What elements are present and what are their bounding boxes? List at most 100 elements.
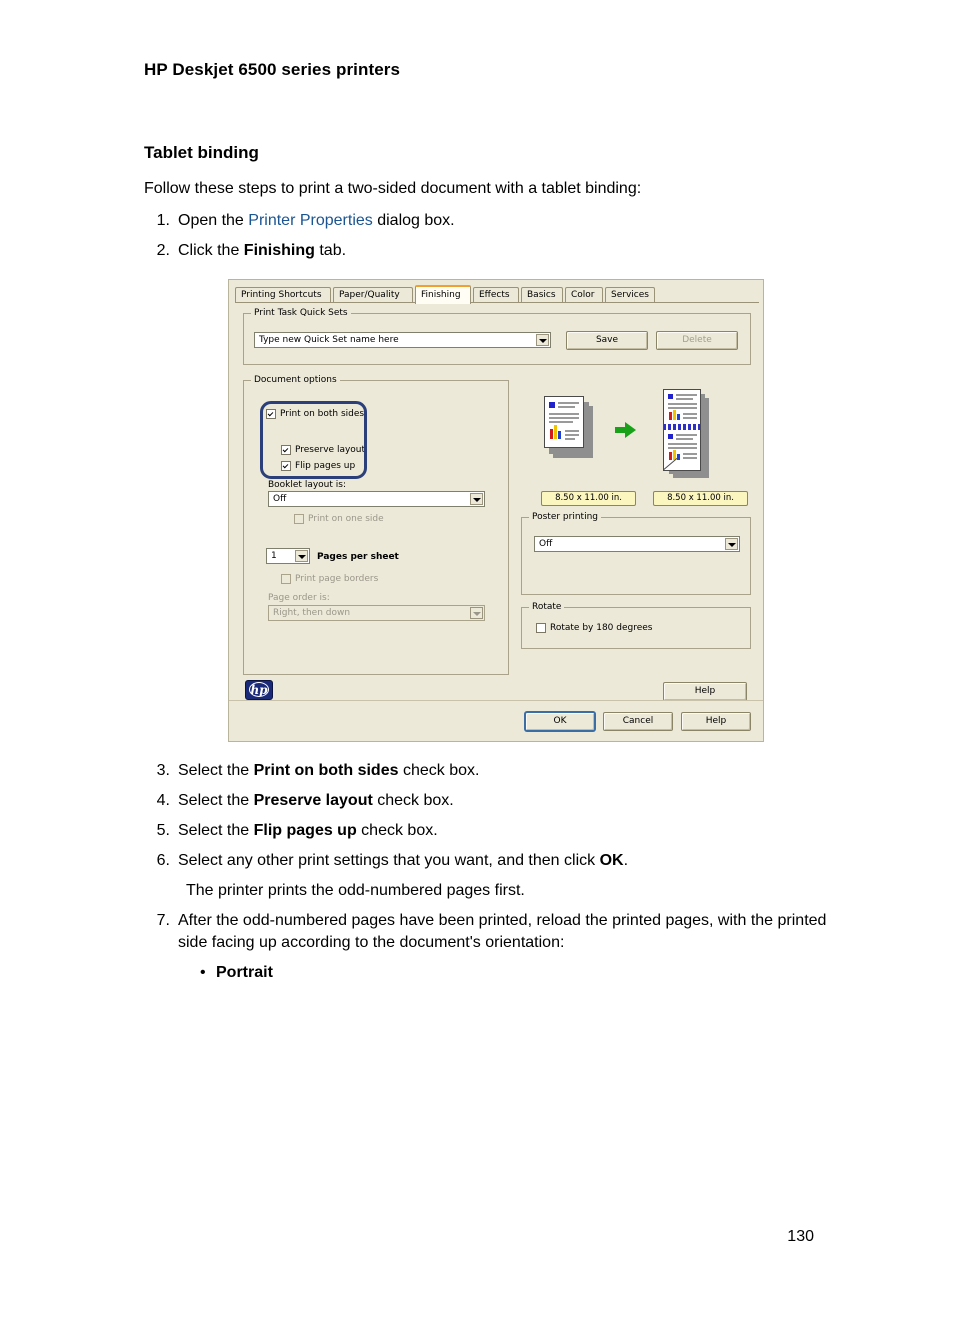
- step-text: Select the Print on both sides check box…: [178, 760, 852, 782]
- bullet-icon: •: [200, 964, 206, 981]
- poster-printing-value: Off: [539, 539, 553, 549]
- flip-pages-up-checkbox[interactable]: Flip pages up: [281, 461, 355, 472]
- step-text: Select any other print settings that you…: [178, 850, 852, 872]
- cancel-button[interactable]: Cancel: [603, 712, 673, 731]
- tab-paper-quality[interactable]: Paper/Quality: [333, 287, 413, 303]
- quick-sets-group: Print Task Quick Sets Type new Quick Set…: [243, 308, 751, 365]
- tabstrip-divider: [235, 302, 759, 303]
- list-item: 4. Select the Preserve layout check box.: [152, 790, 852, 812]
- print-preview-area: [529, 388, 749, 488]
- pages-per-sheet-combo[interactable]: 1: [266, 548, 310, 564]
- chevron-down-icon[interactable]: [536, 334, 549, 346]
- tab-color[interactable]: Color: [565, 287, 603, 303]
- print-on-one-side-label: Print on one side: [308, 514, 384, 524]
- chevron-down-icon: [470, 607, 483, 619]
- orientation-label: Portrait: [216, 964, 273, 981]
- tab-services[interactable]: Services: [605, 287, 655, 303]
- printer-properties-link[interactable]: Printer Properties: [248, 212, 373, 229]
- tab-printing-shortcuts[interactable]: Printing Shortcuts: [235, 287, 331, 303]
- page-number: 130: [787, 1228, 814, 1245]
- print-on-one-side-checkbox: Print on one side: [294, 514, 384, 525]
- step-text: After the odd-numbered pages have been p…: [178, 912, 827, 951]
- step-text: Open the Printer Properties dialog box.: [178, 210, 852, 232]
- chevron-down-icon[interactable]: [295, 550, 308, 562]
- list-item: 3. Select the Print on both sides check …: [152, 760, 852, 782]
- result-size-badge: 8.50 x 11.00 in.: [653, 491, 748, 506]
- step-text-post: .: [623, 852, 629, 869]
- step-text-post: check box.: [372, 792, 454, 809]
- step-text: Click the Finishing tab.: [178, 240, 852, 262]
- ui-term: Finishing: [243, 242, 315, 259]
- poster-printing-group: Poster printing Off: [521, 512, 751, 595]
- print-on-both-sides-checkbox[interactable]: Print on both sides: [266, 409, 364, 420]
- delete-quick-set-button: Delete: [656, 331, 738, 350]
- preserve-layout-checkbox[interactable]: Preserve layout: [281, 445, 365, 456]
- tab-basics[interactable]: Basics: [521, 287, 563, 303]
- rotate-180-label: Rotate by 180 degrees: [550, 623, 653, 633]
- arrow-right-icon: [615, 422, 639, 438]
- ui-term: Print on both sides: [253, 762, 399, 779]
- list-item: 7. After the odd-numbered pages have bee…: [152, 910, 852, 954]
- step-text-pre: Select the: [178, 762, 254, 779]
- step-text-post: check box.: [398, 762, 480, 779]
- steps-list-bottom: 3. Select the Print on both sides check …: [152, 760, 852, 984]
- source-document-icon: [541, 394, 601, 466]
- step-number: 1.: [156, 212, 170, 229]
- step-text-post: dialog box.: [372, 212, 455, 229]
- step-text-post: tab.: [314, 242, 347, 259]
- booklet-layout-combo[interactable]: Off: [268, 491, 485, 507]
- print-on-both-sides-label: Print on both sides: [280, 409, 365, 419]
- flip-pages-up-label: Flip pages up: [295, 461, 356, 471]
- preserve-layout-label: Preserve layout: [295, 445, 366, 455]
- page-title: Tablet binding: [144, 143, 259, 162]
- step-number: 7.: [156, 912, 170, 929]
- tab-finishing[interactable]: Finishing: [415, 285, 471, 304]
- quick-set-name-combo[interactable]: Type new Quick Set name here: [254, 332, 551, 348]
- context-help-button[interactable]: Help: [663, 682, 747, 701]
- chevron-down-icon[interactable]: [725, 538, 738, 550]
- tablet-bound-document-icon: [659, 388, 731, 484]
- document-options-group: Document options Print on both sides Pre…: [243, 375, 509, 675]
- checkbox-box: [281, 445, 291, 455]
- save-quick-set-button[interactable]: Save: [566, 331, 648, 350]
- poster-printing-group-title: Poster printing: [529, 512, 601, 522]
- step-text-pre: Click the: [178, 242, 244, 259]
- step-number: 5.: [156, 822, 170, 839]
- booklet-layout-label: Booklet layout is:: [268, 480, 346, 490]
- source-size-badge: 8.50 x 11.00 in.: [541, 491, 636, 506]
- ok-button[interactable]: OK: [525, 712, 595, 731]
- poster-printing-combo[interactable]: Off: [534, 536, 740, 552]
- list-item: 1. Open the Printer Properties dialog bo…: [152, 210, 852, 232]
- print-page-borders-checkbox: Print page borders: [281, 574, 378, 585]
- rotate-180-checkbox[interactable]: Rotate by 180 degrees: [536, 623, 653, 634]
- list-item: 6. Select any other print settings that …: [152, 850, 852, 872]
- ui-term: OK: [599, 852, 624, 869]
- list-item: 2. Click the Finishing tab.: [152, 240, 852, 262]
- steps-list-top: 1. Open the Printer Properties dialog bo…: [152, 210, 852, 270]
- hp-logo: hp: [245, 680, 273, 700]
- document-page: HP Deskjet 6500 series printers Tablet b…: [0, 0, 954, 1321]
- step-text-pre: Open the: [178, 212, 249, 229]
- tab-effects[interactable]: Effects: [473, 287, 519, 303]
- printer-properties-dialog-screenshot: Printing Shortcuts Paper/Quality Finishi…: [228, 279, 764, 742]
- checkbox-box: [281, 574, 291, 584]
- print-page-borders-label: Print page borders: [295, 574, 379, 584]
- help-button[interactable]: Help: [681, 712, 751, 731]
- chevron-down-icon[interactable]: [470, 493, 483, 505]
- list-item: 5. Select the Flip pages up check box.: [152, 820, 852, 842]
- booklet-layout-value: Off: [273, 494, 287, 504]
- checkbox-box: [281, 461, 291, 471]
- rotate-group-title: Rotate: [529, 602, 565, 612]
- running-head: HP Deskjet 6500 series printers: [144, 60, 401, 79]
- checkbox-box: [266, 409, 276, 419]
- checkbox-box: [294, 514, 304, 524]
- pages-per-sheet-value: 1: [271, 551, 277, 561]
- intro-paragraph: Follow these steps to print a two-sided …: [144, 180, 642, 197]
- quick-sets-group-title: Print Task Quick Sets: [251, 308, 351, 318]
- step-text-pre: Select any other print settings that you…: [178, 852, 600, 869]
- rotate-group: Rotate Rotate by 180 degrees: [521, 602, 751, 649]
- step-text-post: check box.: [356, 822, 438, 839]
- step-number: 2.: [156, 242, 170, 259]
- checkbox-box: [536, 623, 546, 633]
- hp-logo-text: hp: [250, 683, 268, 697]
